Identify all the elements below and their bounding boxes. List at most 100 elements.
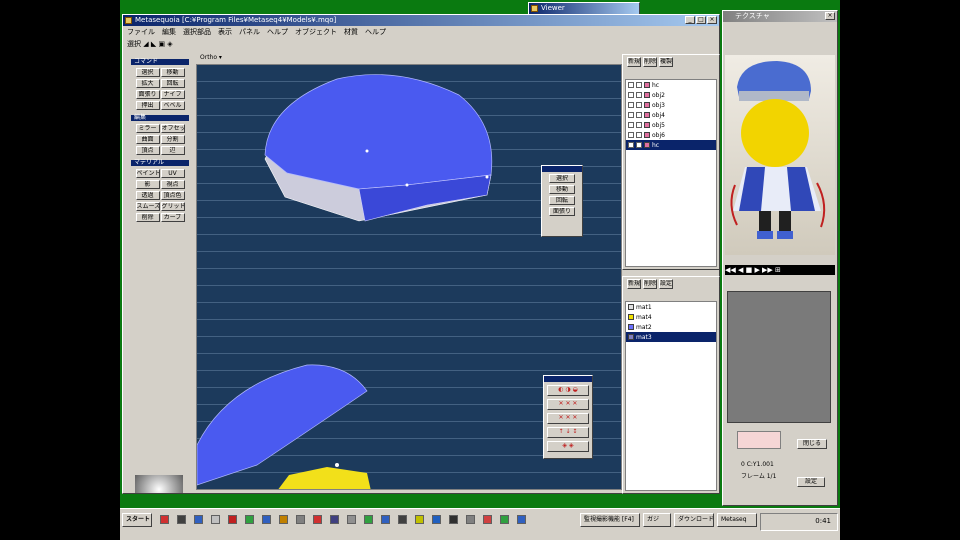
quick-launch-icon[interactable] [194, 515, 203, 524]
settings-button[interactable]: 設定 [797, 477, 825, 487]
lock-checkbox[interactable] [636, 142, 642, 148]
lock-checkbox[interactable] [636, 82, 642, 88]
taskbar-task[interactable]: 監視撮影機能 [F4] [580, 513, 640, 527]
visibility-checkbox[interactable] [628, 132, 634, 138]
command-button[interactable]: 透過 [135, 191, 160, 200]
visibility-checkbox[interactable] [628, 92, 634, 98]
command-button[interactable]: 曲面 [135, 135, 160, 144]
visibility-checkbox[interactable] [628, 122, 634, 128]
lock-checkbox[interactable] [636, 102, 642, 108]
visibility-checkbox[interactable] [628, 142, 634, 148]
command-button[interactable]: 頂点 [135, 146, 160, 155]
quick-launch-icon[interactable] [177, 515, 186, 524]
command-button[interactable]: ベベル [160, 101, 185, 110]
object-row[interactable]: obj4 [626, 110, 716, 120]
menu-item-4[interactable]: パネル [239, 26, 260, 38]
quick-launch-icon[interactable] [313, 515, 322, 524]
float-command-button[interactable]: 回転 [549, 196, 575, 205]
command-button[interactable]: ペイント [135, 169, 160, 178]
nav-button-row[interactable]: ◐ ◑ ◒ [547, 385, 589, 396]
nav-button-row[interactable]: ↑ ↓ ↕ [547, 427, 589, 438]
object-row[interactable]: obj5 [626, 120, 716, 130]
quick-launch-icon[interactable] [245, 515, 254, 524]
quick-launch-icon[interactable] [330, 515, 339, 524]
quick-launch-icon[interactable] [279, 515, 288, 524]
object-row[interactable]: obj6 [626, 130, 716, 140]
command-button[interactable]: グリッド [160, 202, 185, 211]
material-tab[interactable]: 新規 [627, 279, 642, 289]
quick-launch-icon[interactable] [211, 515, 220, 524]
menu-item-3[interactable]: 表示 [218, 26, 232, 38]
float-command-button[interactable]: 移動 [549, 185, 575, 194]
command-button[interactable]: 視点 [160, 180, 185, 189]
command-button[interactable]: カーブ [160, 213, 185, 222]
command-button[interactable]: 移動 [160, 68, 185, 77]
menu-item-7[interactable]: 材質 [344, 26, 358, 38]
command-button[interactable]: 選択 [135, 68, 160, 77]
command-button[interactable]: 回転 [160, 79, 185, 88]
material-row[interactable]: mat1 [626, 302, 716, 312]
command-button[interactable]: スムーズ [135, 202, 160, 211]
object-list[interactable]: hc obj2 obj3 obj4 obj5 obj6 hc [625, 79, 717, 267]
close-button[interactable]: 閉じる [797, 439, 827, 449]
maximize-icon[interactable]: □ [696, 16, 706, 24]
lock-checkbox[interactable] [636, 122, 642, 128]
material-tab[interactable]: 削除 [643, 279, 658, 289]
command-float-head[interactable] [542, 166, 582, 172]
command-button[interactable]: 辺 [160, 146, 185, 155]
quick-launch-icon[interactable] [483, 515, 492, 524]
taskbar-task[interactable]: Metaseq [717, 513, 757, 527]
command-button[interactable]: 面張り [135, 90, 160, 99]
minimize-icon[interactable]: _ [685, 16, 695, 24]
command-button[interactable]: 頂点色 [160, 191, 185, 200]
command-button[interactable]: 押出 [135, 101, 160, 110]
taskbar-task[interactable]: ダウンロード [674, 513, 714, 527]
object-tab[interactable]: 複製 [659, 57, 674, 67]
menu-item-0[interactable]: ファイル [127, 26, 155, 38]
menu-item-6[interactable]: オブジェクト [295, 26, 337, 38]
menu-item-2[interactable]: 選択部品 [183, 26, 211, 38]
command-button[interactable]: オフセット [160, 124, 185, 133]
menu-item-1[interactable]: 編集 [162, 26, 176, 38]
object-row[interactable]: obj3 [626, 100, 716, 110]
start-button[interactable]: スタート [122, 513, 152, 527]
close-icon[interactable]: × [825, 12, 835, 20]
material-tab[interactable]: 設定 [659, 279, 674, 289]
quick-launch-icon[interactable] [466, 515, 475, 524]
quick-launch-icon[interactable] [262, 515, 271, 524]
material-row[interactable]: mat3 [626, 332, 716, 342]
quick-launch-icon[interactable] [347, 515, 356, 524]
quick-launch-icon[interactable] [432, 515, 441, 524]
object-row[interactable]: hc [626, 80, 716, 90]
nav-button-row[interactable]: ◈ ◈ [547, 441, 589, 452]
close-icon[interactable]: × [707, 16, 717, 24]
object-row[interactable]: hc [626, 140, 716, 150]
quick-launch-icon[interactable] [381, 515, 390, 524]
command-button[interactable]: UV [160, 169, 185, 178]
quick-launch-icon[interactable] [364, 515, 373, 524]
quick-launch-icon[interactable] [449, 515, 458, 524]
quick-launch-icon[interactable] [415, 515, 424, 524]
command-button[interactable]: 拡大 [135, 79, 160, 88]
menu-item-8[interactable]: ヘルプ [365, 26, 386, 38]
lock-checkbox[interactable] [636, 132, 642, 138]
preview-controls[interactable]: ◀◀ ◀ ■ ▶ ▶▶ ⊞ [725, 265, 835, 275]
lock-checkbox[interactable] [636, 92, 642, 98]
nav-button-row[interactable]: ✕ ✕ ✕ [547, 413, 589, 424]
quick-launch-icon[interactable] [517, 515, 526, 524]
command-button[interactable]: 削除 [135, 213, 160, 222]
menu-item-5[interactable]: ヘルプ [267, 26, 288, 38]
material-list[interactable]: mat1 mat4 mat2 mat3 [625, 301, 717, 491]
object-row[interactable]: obj2 [626, 90, 716, 100]
lock-checkbox[interactable] [636, 112, 642, 118]
visibility-checkbox[interactable] [628, 112, 634, 118]
nav-float-head[interactable] [544, 376, 592, 382]
float-command-button[interactable]: 選択 [549, 174, 575, 183]
taskbar-task[interactable]: ガジ [643, 513, 671, 527]
material-row[interactable]: mat2 [626, 322, 716, 332]
preview-titlebar[interactable]: テクスチャ × [723, 11, 837, 22]
quick-launch-icon[interactable] [160, 515, 169, 524]
color-swatch[interactable] [737, 431, 781, 449]
quick-launch-icon[interactable] [500, 515, 509, 524]
quick-launch-icon[interactable] [296, 515, 305, 524]
